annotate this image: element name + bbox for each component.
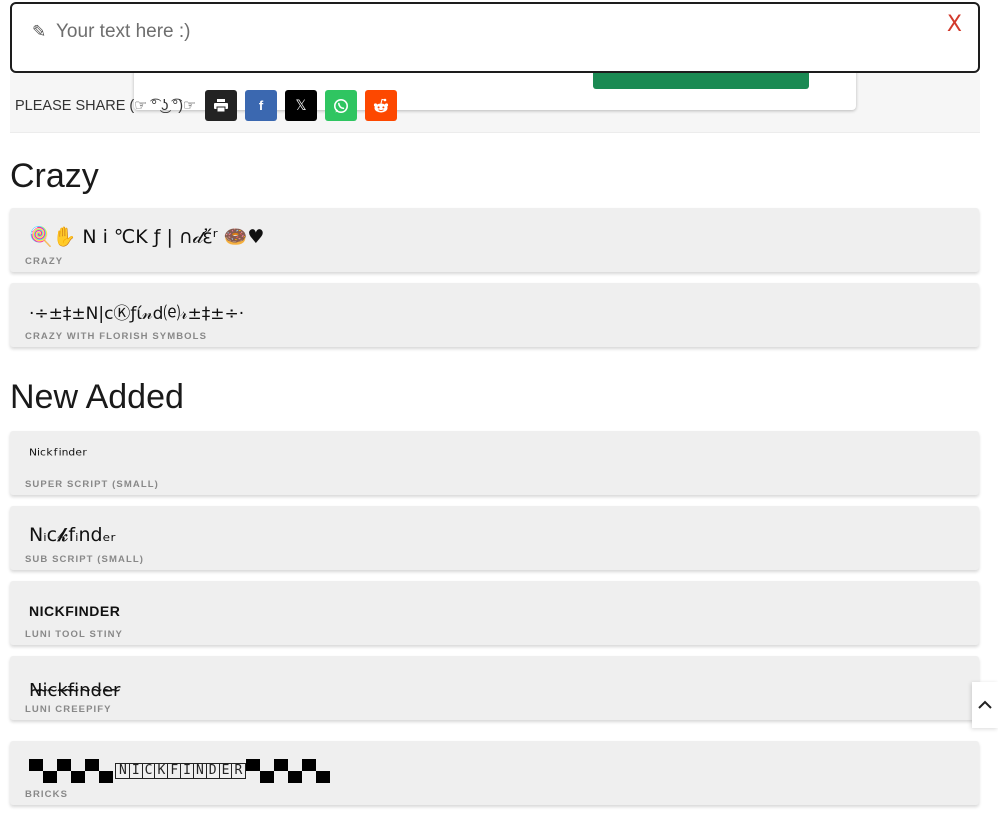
scroll-to-top-button[interactable] (972, 682, 998, 728)
nick-style-label: SUB SCRIPT (SMALL) (25, 554, 145, 565)
nick-text: N̴i̴c̴k̴f̴i̴n̴d̴e̴r̴ (29, 680, 121, 701)
nick-style-label: CRAZY (25, 256, 64, 267)
section-title-new-added: New Added (10, 378, 184, 416)
nick-text: ᴺⁱᶜᵏᶠⁱⁿᵈᵉʳ (29, 446, 87, 466)
nick-style-label: LUNI TOOL STINY (25, 629, 123, 640)
pencil-icon: ✎ (32, 22, 47, 41)
printer-icon (214, 99, 228, 112)
bricks-letters: NICKFINDER (115, 763, 247, 779)
share-label: PLEASE SHARE (☞ ͡° ͜ʖ ͡°)☞ (15, 98, 197, 114)
nick-text: 🍭✋ N i ℃K ƒ | ∩𝒹ἔʳ 🍩♥ (29, 226, 265, 248)
nick-card[interactable]: ᴺⁱᶜᵏᶠⁱⁿᵈᵉʳ SUPER SCRIPT (SMALL) (10, 431, 979, 495)
nickname-input[interactable] (54, 16, 914, 48)
share-x-button[interactable]: 𝕏 (285, 90, 317, 121)
nick-text: ·÷±‡±N|cⓀƒί𝓃d⒠𝓇±‡±÷· (29, 304, 245, 324)
reddit-icon (373, 98, 389, 112)
nick-style-label: BRICKS (25, 789, 69, 800)
x-icon: 𝕏 (295, 97, 307, 113)
whatsapp-icon (334, 98, 348, 113)
nick-card[interactable]: 🍭✋ N i ℃K ƒ | ∩𝒹ἔʳ 🍩♥ CRAZY (10, 208, 979, 272)
share-reddit-button[interactable] (365, 90, 397, 121)
checker-pattern-right (246, 759, 331, 783)
nick-text: Nᵢc𝓴fᵢndₑᵣ (29, 524, 116, 546)
nick-card[interactable]: NICKFINDER LUNI TOOL STINY (10, 581, 979, 645)
facebook-icon: f (258, 98, 264, 113)
nick-style-label: SUPER SCRIPT (SMALL) (25, 479, 159, 490)
clear-input-button[interactable]: X (947, 12, 962, 37)
nick-style-label: CRAZY WITH FLORISH SYMBOLS (25, 331, 208, 342)
nick-text: NICKFINDER (29, 603, 121, 619)
nick-card[interactable]: Nᵢc𝓴fᵢndₑᵣ SUB SCRIPT (SMALL) (10, 506, 979, 570)
share-bar: PLEASE SHARE (☞ ͡° ͜ʖ ͡°)☞ f 𝕏 (10, 69, 980, 133)
share-whatsapp-button[interactable] (325, 90, 357, 121)
nick-text: NICKFINDER (29, 759, 332, 783)
nick-card[interactable]: ·÷±‡±N|cⓀƒί𝓃d⒠𝓇±‡±÷· CRAZY WITH FLORISH … (10, 283, 979, 347)
share-facebook-button[interactable]: f (245, 90, 277, 121)
nickname-input-box: ✎ X (10, 2, 980, 73)
nick-card[interactable]: NICKFINDER BRICKS (10, 741, 979, 805)
nick-card[interactable]: N̴i̴c̴k̴f̴i̴n̴d̴e̴r̴ LUNI CREEPIFY (10, 656, 979, 720)
share-print-button[interactable] (205, 90, 237, 121)
section-title-crazy: Crazy (10, 157, 99, 195)
checker-pattern-left (29, 759, 113, 783)
nick-style-label: LUNI CREEPIFY (25, 704, 112, 715)
chevron-up-icon (978, 700, 992, 709)
